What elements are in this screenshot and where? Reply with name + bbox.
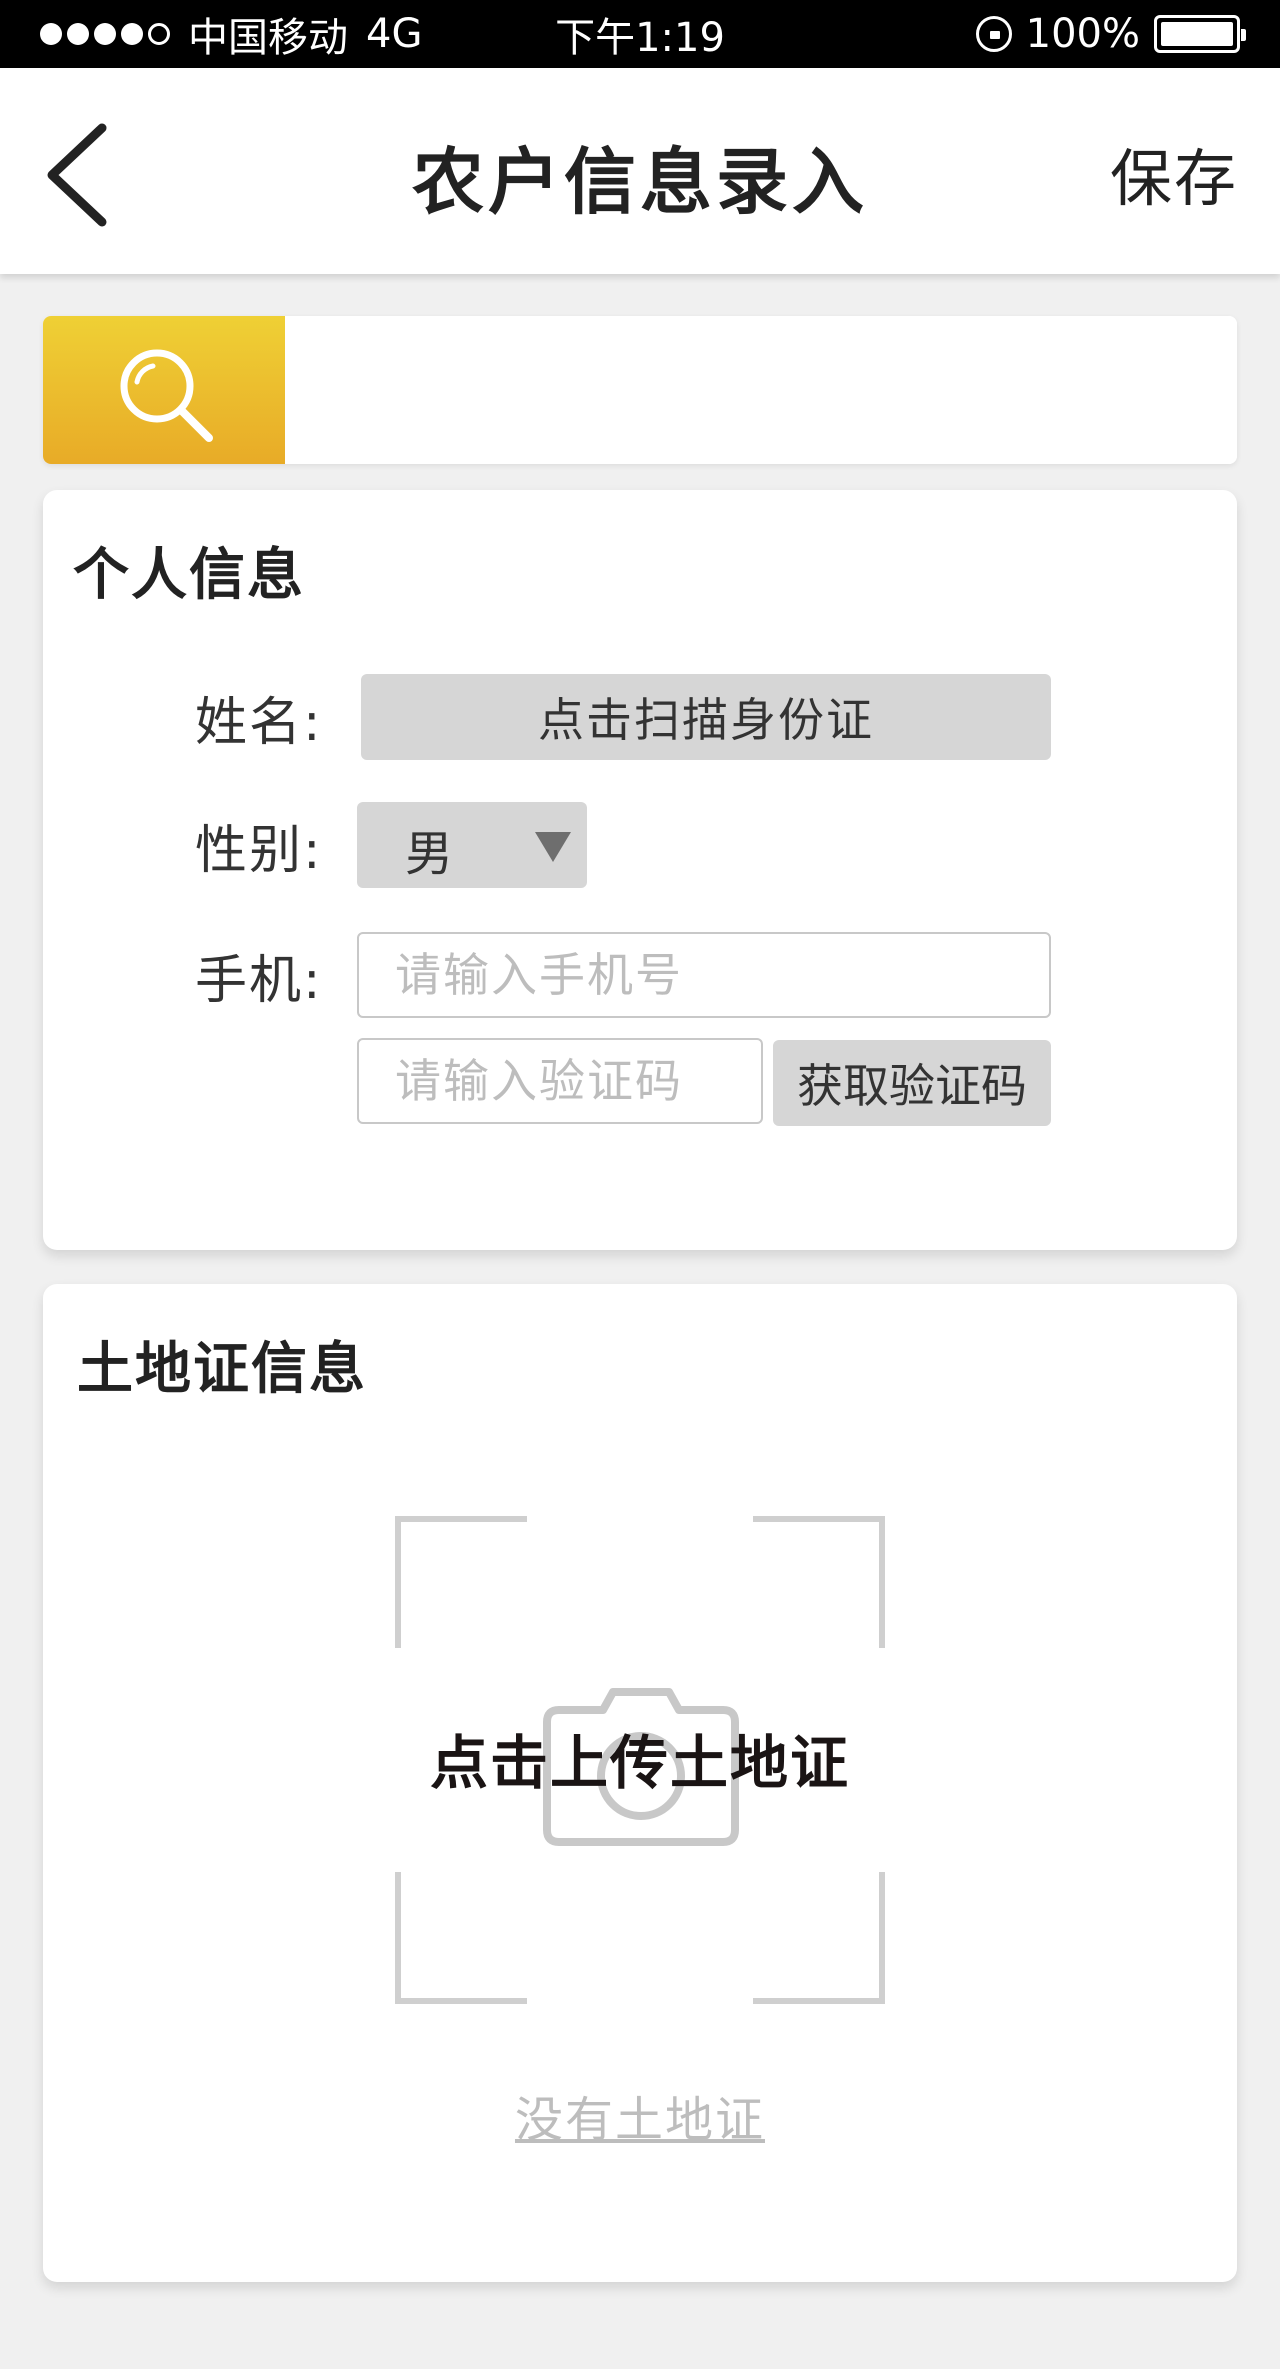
signal-strength-icon (40, 23, 170, 45)
section-title-land: 土地证信息 (77, 1337, 367, 1402)
search-icon (120, 349, 213, 442)
save-button[interactable]: 保存 (1110, 128, 1238, 218)
rotation-lock-icon (975, 16, 1012, 52)
phone-label: 手机: (195, 951, 323, 1011)
battery-percent: 100% (1025, 11, 1140, 57)
name-label: 姓名: (195, 693, 323, 753)
status-right: 100% (975, 11, 1246, 57)
frame-corner (395, 1872, 527, 2004)
verification-code-input[interactable] (357, 1038, 763, 1124)
frame-corner (753, 1872, 885, 2004)
page: 中国移动 4G 下午1:19 100% 农户信息录入 保存 个人信息 姓名: 点… (0, 0, 1280, 2369)
battery-icon (1154, 15, 1246, 53)
gender-label: 性别: (195, 821, 323, 881)
no-certificate-link[interactable]: 没有土地证 (43, 2080, 1237, 2150)
frame-corner (395, 1516, 527, 1648)
page-title: 农户信息录入 (411, 140, 868, 224)
carrier-name: 中国移动 (188, 15, 348, 61)
frame-corner (753, 1516, 885, 1648)
gender-value: 男 (405, 826, 454, 882)
search-input[interactable] (285, 316, 1237, 464)
network-type: 4G (366, 11, 423, 57)
upload-certificate-label: 点击上传土地证 (429, 1729, 850, 1797)
dropdown-arrow-icon (535, 832, 571, 862)
scan-id-card-button[interactable]: 点击扫描身份证 (361, 674, 1051, 760)
status-left: 中国移动 4G (40, 5, 422, 63)
land-certificate-card: 土地证信息 点击上传土地证 没有土地证 (43, 1284, 1237, 2282)
personal-info-card: 个人信息 姓名: 点击扫描身份证 性别: 男 手机: 获取验证码 (43, 490, 1237, 1250)
section-title-personal: 个人信息 (73, 543, 305, 608)
nav-bar: 农户信息录入 保存 (0, 68, 1280, 274)
gender-select[interactable]: 男 (357, 802, 587, 888)
search-button[interactable] (43, 316, 285, 464)
status-bar: 中国移动 4G 下午1:19 100% (0, 0, 1280, 68)
search-bar (43, 316, 1237, 464)
upload-certificate-area[interactable]: 点击上传土地证 (395, 1516, 885, 2004)
phone-input[interactable] (357, 932, 1051, 1018)
get-code-button[interactable]: 获取验证码 (773, 1040, 1051, 1126)
